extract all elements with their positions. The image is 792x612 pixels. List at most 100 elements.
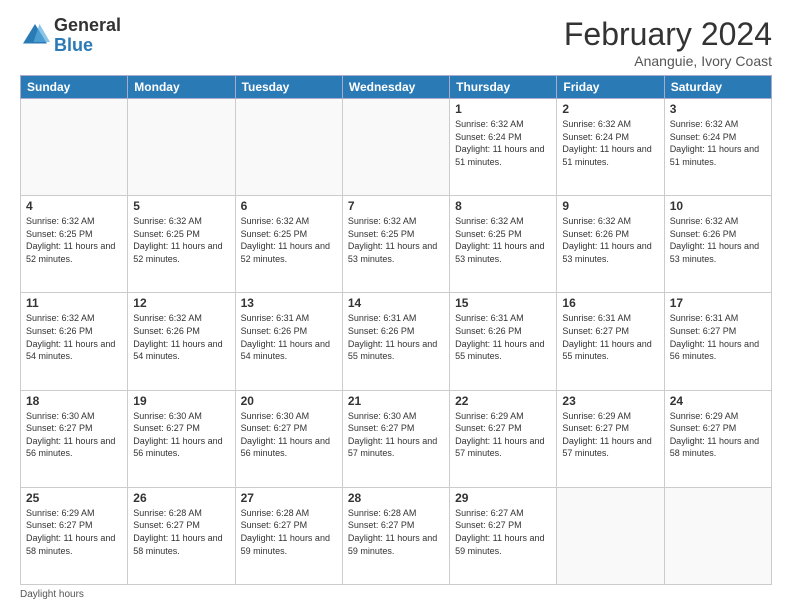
- month-title: February 2024: [564, 16, 772, 53]
- day-info: Sunrise: 6:31 AMSunset: 6:26 PMDaylight:…: [348, 312, 444, 362]
- logo-text: General Blue: [54, 16, 121, 56]
- logo-icon: [20, 21, 50, 51]
- weekday-header-saturday: Saturday: [664, 76, 771, 99]
- calendar-cell: 25Sunrise: 6:29 AMSunset: 6:27 PMDayligh…: [21, 487, 128, 584]
- calendar-cell: 3 Sunrise: 6:32 AMSunset: 6:24 PMDaylight…: [664, 99, 771, 196]
- calendar-cell: 18Sunrise: 6:30 AMSunset: 6:27 PMDayligh…: [21, 390, 128, 487]
- day-number: 18: [26, 394, 122, 408]
- title-block: February 2024 Ananguie, Ivory Coast: [564, 16, 772, 69]
- calendar-cell: 2 Sunrise: 6:32 AMSunset: 6:24 PMDaylight…: [557, 99, 664, 196]
- day-number: 3: [670, 102, 766, 116]
- day-number: 13: [241, 296, 337, 310]
- day-number: 9: [562, 199, 658, 213]
- day-number: 5: [133, 199, 229, 213]
- calendar-cell: 24 Sunrise: 6:29 AMSunset: 6:27 PMDayligh…: [664, 390, 771, 487]
- day-info: Sunrise: 6:32 AMSunset: 6:24 PMDaylight:…: [670, 118, 766, 168]
- day-info: Sunrise: 6:29 AMSunset: 6:27 PMDaylight:…: [455, 410, 551, 460]
- calendar-cell: 4Sunrise: 6:32 AMSunset: 6:25 PMDaylight…: [21, 196, 128, 293]
- weekday-header-sunday: Sunday: [21, 76, 128, 99]
- calendar-cell: 7 Sunrise: 6:32 AMSunset: 6:25 PMDaylight…: [342, 196, 449, 293]
- calendar-week-4: 18 Sunrise: 6:30 AMSunset: 6:27 PMDayligh…: [21, 390, 772, 487]
- calendar-cell: 6 Sunrise: 6:32 AMSunset: 6:25 PMDaylight…: [235, 196, 342, 293]
- day-info: Sunrise: 6:32 AMSunset: 6:26 PMDaylight:…: [562, 215, 658, 265]
- day-info: Sunrise: 6:30 AMSunset: 6:27 PMDaylight:…: [133, 410, 229, 460]
- calendar-cell: 22 Sunrise: 6:29 AMSunset: 6:27 PMDayligh…: [450, 390, 557, 487]
- day-number: 29: [455, 491, 551, 505]
- weekday-header-wednesday: Wednesday: [342, 76, 449, 99]
- calendar-cell: 11 Sunrise: 6:32 AMSunset: 6:26 PMDayligh…: [21, 293, 128, 390]
- weekday-header-monday: Monday: [128, 76, 235, 99]
- day-number: 23: [562, 394, 658, 408]
- day-number: 27: [241, 491, 337, 505]
- day-info: Sunrise: 6:29 AMSunset: 6:27 PMDaylight:…: [670, 410, 766, 460]
- footer-note: Daylight hours: [20, 589, 772, 600]
- day-number: 25: [26, 491, 122, 505]
- day-info: Sunrise: 6:32 AMSunset: 6:25 PMDaylight:…: [455, 215, 551, 265]
- calendar-body: 1 Sunrise: 6:32 AMSunset: 6:24 PMDaylight…: [21, 99, 772, 585]
- calendar-cell: 29Sunrise: 6:27 AMSunset: 6:27 PMDayligh…: [450, 487, 557, 584]
- day-number: 21: [348, 394, 444, 408]
- weekday-header-row: SundayMondayTuesdayWednesdayThursdayFrid…: [21, 76, 772, 99]
- day-number: 15: [455, 296, 551, 310]
- calendar-cell: 17 Sunrise: 6:31 AMSunset: 6:27 PMDayligh…: [664, 293, 771, 390]
- header: General Blue February 2024 Ananguie, Ivo…: [20, 16, 772, 69]
- day-number: 11: [26, 296, 122, 310]
- day-info: Sunrise: 6:32 AMSunset: 6:24 PMDaylight:…: [455, 118, 551, 168]
- calendar-week-2: 4 Sunrise: 6:32 AMSunset: 6:25 PMDaylight…: [21, 196, 772, 293]
- logo-blue: Blue: [54, 36, 121, 56]
- calendar-cell: [128, 99, 235, 196]
- calendar-cell: [557, 487, 664, 584]
- calendar-cell: 16Sunrise: 6:31 AMSunset: 6:27 PMDayligh…: [557, 293, 664, 390]
- calendar-cell: 20 Sunrise: 6:30 AMSunset: 6:27 PMDayligh…: [235, 390, 342, 487]
- day-info: Sunrise: 6:31 AMSunset: 6:26 PMDaylight:…: [241, 312, 337, 362]
- day-number: 2: [562, 102, 658, 116]
- day-info: Sunrise: 6:32 AMSunset: 6:26 PMDaylight:…: [670, 215, 766, 265]
- calendar-week-1: 1 Sunrise: 6:32 AMSunset: 6:24 PMDaylight…: [21, 99, 772, 196]
- calendar-cell: 1 Sunrise: 6:32 AMSunset: 6:24 PMDaylight…: [450, 99, 557, 196]
- day-number: 22: [455, 394, 551, 408]
- logo: General Blue: [20, 16, 121, 56]
- calendar-cell: 26 Sunrise: 6:28 AMSunset: 6:27 PMDayligh…: [128, 487, 235, 584]
- day-number: 6: [241, 199, 337, 213]
- day-number: 17: [670, 296, 766, 310]
- calendar-cell: 28Sunrise: 6:28 AMSunset: 6:27 PMDayligh…: [342, 487, 449, 584]
- day-info: Sunrise: 6:28 AMSunset: 6:27 PMDaylight:…: [241, 507, 337, 557]
- day-number: 12: [133, 296, 229, 310]
- calendar-cell: [21, 99, 128, 196]
- day-info: Sunrise: 6:28 AMSunset: 6:27 PMDaylight:…: [348, 507, 444, 557]
- day-number: 10: [670, 199, 766, 213]
- calendar-cell: 8 Sunrise: 6:32 AMSunset: 6:25 PMDaylight…: [450, 196, 557, 293]
- day-number: 26: [133, 491, 229, 505]
- day-info: Sunrise: 6:32 AMSunset: 6:26 PMDaylight:…: [26, 312, 122, 362]
- day-number: 8: [455, 199, 551, 213]
- calendar-cell: 27 Sunrise: 6:28 AMSunset: 6:27 PMDayligh…: [235, 487, 342, 584]
- calendar-cell: 19Sunrise: 6:30 AMSunset: 6:27 PMDayligh…: [128, 390, 235, 487]
- weekday-header-thursday: Thursday: [450, 76, 557, 99]
- day-number: 20: [241, 394, 337, 408]
- day-number: 4: [26, 199, 122, 213]
- location-subtitle: Ananguie, Ivory Coast: [564, 53, 772, 69]
- weekday-header-friday: Friday: [557, 76, 664, 99]
- day-info: Sunrise: 6:31 AMSunset: 6:27 PMDaylight:…: [670, 312, 766, 362]
- day-info: Sunrise: 6:32 AMSunset: 6:25 PMDaylight:…: [348, 215, 444, 265]
- calendar-cell: 12 Sunrise: 6:32 AMSunset: 6:26 PMDayligh…: [128, 293, 235, 390]
- day-info: Sunrise: 6:31 AMSunset: 6:26 PMDaylight:…: [455, 312, 551, 362]
- day-info: Sunrise: 6:29 AMSunset: 6:27 PMDaylight:…: [562, 410, 658, 460]
- weekday-header-tuesday: Tuesday: [235, 76, 342, 99]
- calendar-week-3: 11 Sunrise: 6:32 AMSunset: 6:26 PMDayligh…: [21, 293, 772, 390]
- day-info: Sunrise: 6:32 AMSunset: 6:24 PMDaylight:…: [562, 118, 658, 168]
- logo-general: General: [54, 16, 121, 36]
- calendar-cell: 10 Sunrise: 6:32 AMSunset: 6:26 PMDayligh…: [664, 196, 771, 293]
- day-info: Sunrise: 6:32 AMSunset: 6:26 PMDaylight:…: [133, 312, 229, 362]
- page: General Blue February 2024 Ananguie, Ivo…: [0, 0, 792, 612]
- day-info: Sunrise: 6:32 AMSunset: 6:25 PMDaylight:…: [241, 215, 337, 265]
- calendar-cell: [342, 99, 449, 196]
- day-info: Sunrise: 6:28 AMSunset: 6:27 PMDaylight:…: [133, 507, 229, 557]
- day-number: 14: [348, 296, 444, 310]
- calendar-cell: 13 Sunrise: 6:31 AMSunset: 6:26 PMDayligh…: [235, 293, 342, 390]
- day-number: 7: [348, 199, 444, 213]
- day-number: 24: [670, 394, 766, 408]
- day-info: Sunrise: 6:30 AMSunset: 6:27 PMDaylight:…: [241, 410, 337, 460]
- day-info: Sunrise: 6:32 AMSunset: 6:25 PMDaylight:…: [133, 215, 229, 265]
- day-number: 1: [455, 102, 551, 116]
